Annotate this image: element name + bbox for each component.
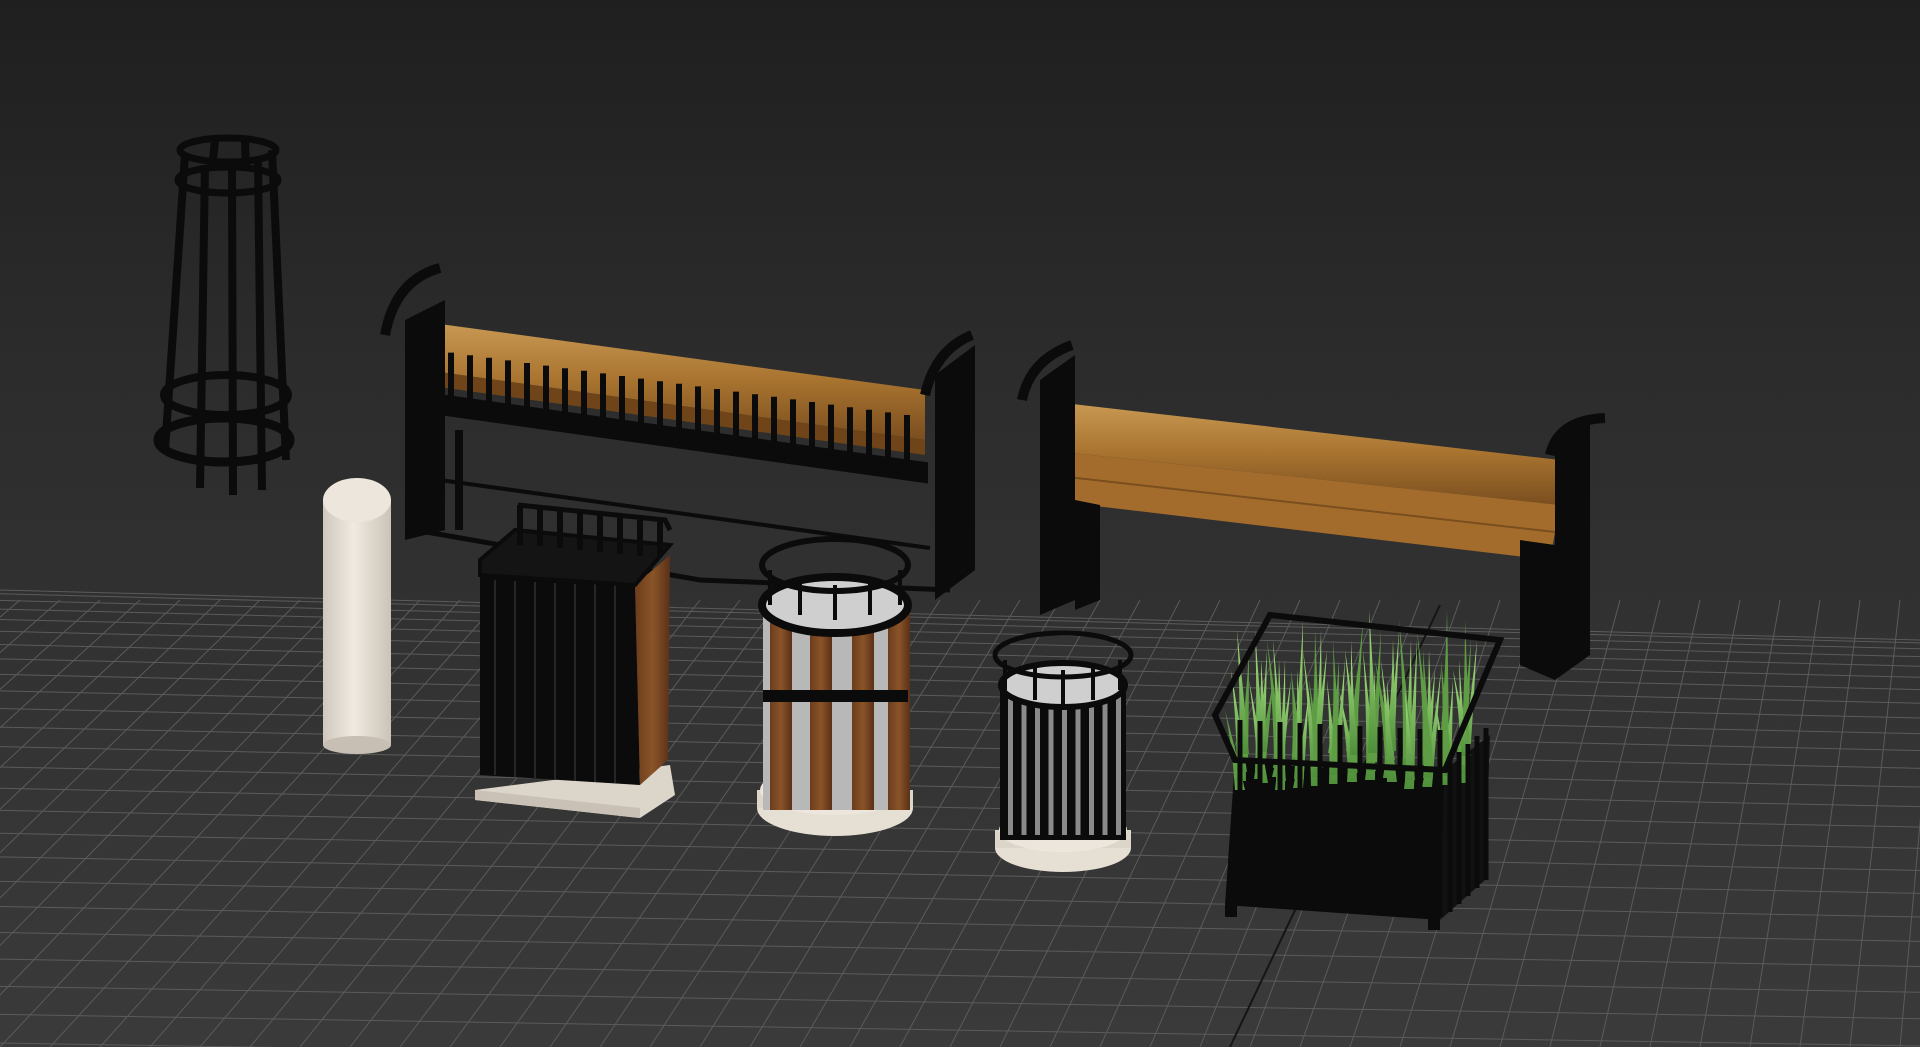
grid-line bbox=[0, 746, 1920, 788]
square-trash-bin[interactable] bbox=[475, 502, 675, 818]
grid-line bbox=[0, 832, 1920, 871]
bollard[interactable] bbox=[323, 478, 391, 754]
grid-line bbox=[0, 787, 1920, 828]
grid-line bbox=[0, 593, 1920, 644]
grid-line bbox=[0, 599, 141, 729]
grid-line bbox=[0, 856, 1920, 894]
scene-canvas[interactable] bbox=[0, 0, 1920, 1047]
round-wood-trash-bin[interactable] bbox=[757, 536, 913, 836]
bin-bar-gap bbox=[1021, 690, 1027, 835]
grid-line bbox=[0, 985, 1920, 1020]
bin-bar-gap bbox=[1089, 690, 1094, 835]
bin-bar-gap bbox=[1075, 690, 1081, 835]
tree-guard[interactable] bbox=[153, 134, 295, 496]
grid-line bbox=[0, 599, 181, 769]
wood-stave bbox=[852, 610, 874, 810]
planter-with-grass[interactable] bbox=[1211, 610, 1505, 930]
3d-viewport[interactable] bbox=[0, 0, 1920, 1047]
grid-line bbox=[0, 1042, 279, 1047]
grid-line bbox=[0, 599, 341, 947]
grid-line bbox=[49, 599, 461, 1047]
bench-with-back[interactable] bbox=[380, 263, 975, 600]
bin-bar-gap bbox=[1102, 690, 1108, 835]
grid-line bbox=[0, 599, 21, 618]
grid-line bbox=[0, 599, 1920, 650]
grid-line bbox=[0, 599, 221, 810]
grid-line bbox=[0, 726, 1920, 769]
grid-line bbox=[1849, 599, 1901, 1047]
bin-bar-gap bbox=[1116, 690, 1121, 835]
grid-line bbox=[0, 931, 1920, 967]
grid-line bbox=[0, 618, 1920, 667]
grid-line bbox=[0, 643, 1920, 691]
grid-line bbox=[0, 809, 1920, 849]
grid-line bbox=[1599, 599, 1701, 1047]
wood-stave bbox=[810, 610, 832, 810]
grid-line bbox=[1899, 817, 1920, 1047]
grid-line bbox=[0, 630, 1920, 678]
grid-line bbox=[0, 958, 1920, 993]
round-metal-trash-bin[interactable] bbox=[992, 630, 1134, 872]
grid-floor bbox=[0, 589, 1920, 1047]
grid-line bbox=[0, 599, 261, 854]
wood-stave bbox=[888, 610, 910, 810]
grid-line bbox=[99, 599, 501, 1047]
grass-blade bbox=[1368, 610, 1378, 753]
bin-bar-gap bbox=[1035, 690, 1040, 835]
bin-bar-gap bbox=[1008, 690, 1013, 835]
grid-line bbox=[0, 1013, 1920, 1047]
metal-bin-bars bbox=[1008, 690, 1121, 835]
wood-stave bbox=[770, 610, 792, 810]
bin-bar-gap bbox=[1062, 690, 1067, 835]
bin-bar-gap bbox=[1048, 690, 1054, 835]
